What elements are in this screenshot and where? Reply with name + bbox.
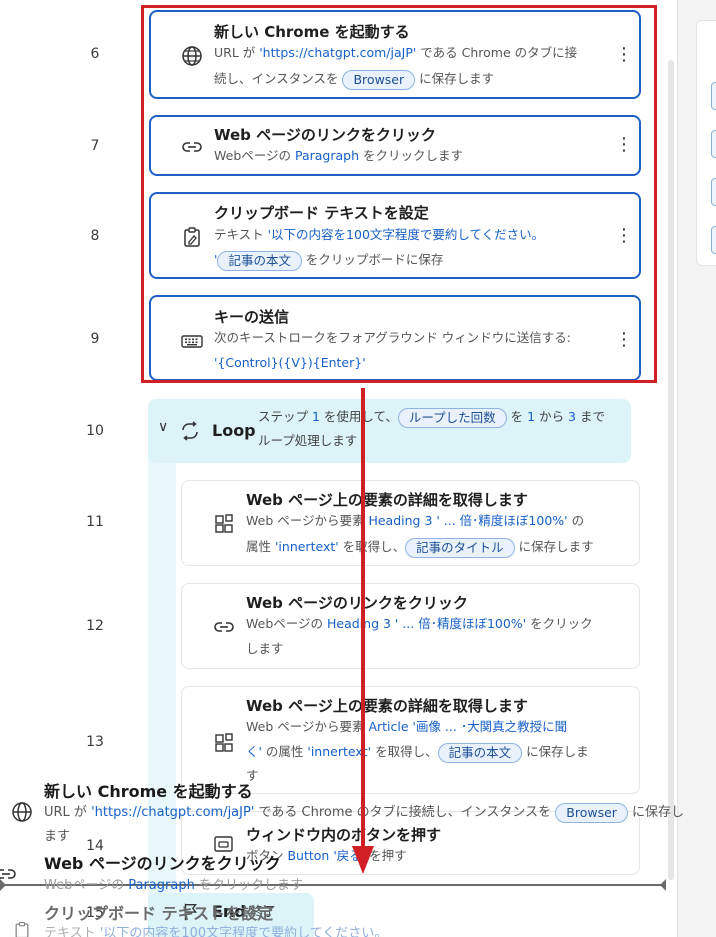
action-description: Web ページから要素 Heading 3 ' ... 倍･精度ほぼ100%' … [246, 513, 585, 528]
action-description: 属性 'innertext' を取得し、 記事のタイトル に保存します [246, 535, 594, 559]
action-description: Web ページから要素 Article '画像 ... ･大関真之教授に聞 [246, 719, 568, 734]
right-panel-chip[interactable] [711, 130, 716, 158]
link-icon [0, 869, 16, 879]
ghost-action-title: クリップボード テキストを設定 [44, 904, 274, 923]
selection-highlight [141, 5, 657, 383]
action-card-click-link[interactable]: Web ページのリンクをクリック Webページの Heading 3 ' ...… [181, 583, 640, 669]
right-panel-chip[interactable] [711, 226, 716, 254]
step-number: 7 [90, 138, 100, 154]
ghost-action-description: Webページの Paragraph をクリックします [44, 878, 303, 893]
right-panel-chip[interactable] [711, 178, 716, 206]
action-title: Loop [212, 421, 256, 440]
step-number: 11 [86, 514, 104, 530]
move-arrow-head [352, 846, 374, 874]
ghost-action-description: ます [44, 829, 71, 844]
action-description: します [246, 641, 284, 656]
action-description: Webページの Heading 3 ' ... 倍･精度ほぼ100%' をクリッ… [246, 616, 593, 631]
action-title: Web ページのリンクをクリック [246, 594, 468, 612]
variable-value: Article '画像 ... ･大関真之教授に聞 [368, 719, 568, 734]
step-number: 9 [90, 331, 100, 347]
step-number: 13 [86, 734, 104, 750]
action-title: Web ページ上の要素の詳細を取得します [246, 491, 528, 509]
variable-pill-article-title[interactable]: 記事のタイトル [405, 537, 515, 558]
action-description: く' の属性 'innertext' を取得し、 記事の本文 に保存しま [246, 740, 589, 764]
action-title: Web ページ上の要素の詳細を取得します [246, 697, 528, 715]
move-arrow-line [361, 388, 365, 850]
ghost-action-title: Web ページのリンクをクリック [44, 854, 281, 873]
action-description: ループ処理します [258, 433, 358, 448]
action-description: ステップ 1 を使用して、 ループした回数 を 1 から 3 まで [258, 406, 605, 428]
loop-icon [182, 421, 198, 441]
right-panel-chip[interactable] [711, 82, 716, 110]
variable-pill-browser: Browser [555, 802, 628, 823]
clipboard-icon [15, 921, 29, 937]
variable-pill-article-body[interactable]: 記事の本文 [437, 742, 523, 763]
ghost-action-description: テキスト '以下の内容を100文字程度で要約してください。 [44, 926, 388, 937]
action-card-get-element-details[interactable]: Web ページ上の要素の詳細を取得します Web ページから要素 Heading… [181, 480, 640, 566]
step-number: 8 [90, 228, 100, 244]
ghost-action-title: 新しい Chrome を起動する [44, 782, 253, 801]
action-card-loop[interactable]: ∨ Loop ステップ 1 を使用して、 ループした回数 を 1 から 3 まで … [148, 399, 631, 463]
step-number: 6 [90, 46, 100, 62]
drag-ghost-preview: 新しい Chrome を起動する URL が 'https://chatgpt.… [0, 770, 684, 937]
collapse-chevron-icon[interactable]: ∨ [158, 419, 168, 435]
variable-value: Heading 3 ' ... 倍･精度ほぼ100%' [326, 616, 527, 631]
step-number: 10 [86, 423, 104, 439]
variable-value: Heading 3 ' ... 倍･精度ほぼ100%' [368, 513, 568, 528]
element-icon [215, 733, 233, 752]
canvas-scrollbar[interactable] [668, 60, 674, 880]
step-number: 12 [86, 618, 104, 634]
variable-pill-loop-index[interactable]: ループした回数 [397, 407, 507, 428]
globe-icon [12, 802, 32, 822]
link-icon [214, 622, 234, 632]
element-icon [215, 514, 233, 533]
